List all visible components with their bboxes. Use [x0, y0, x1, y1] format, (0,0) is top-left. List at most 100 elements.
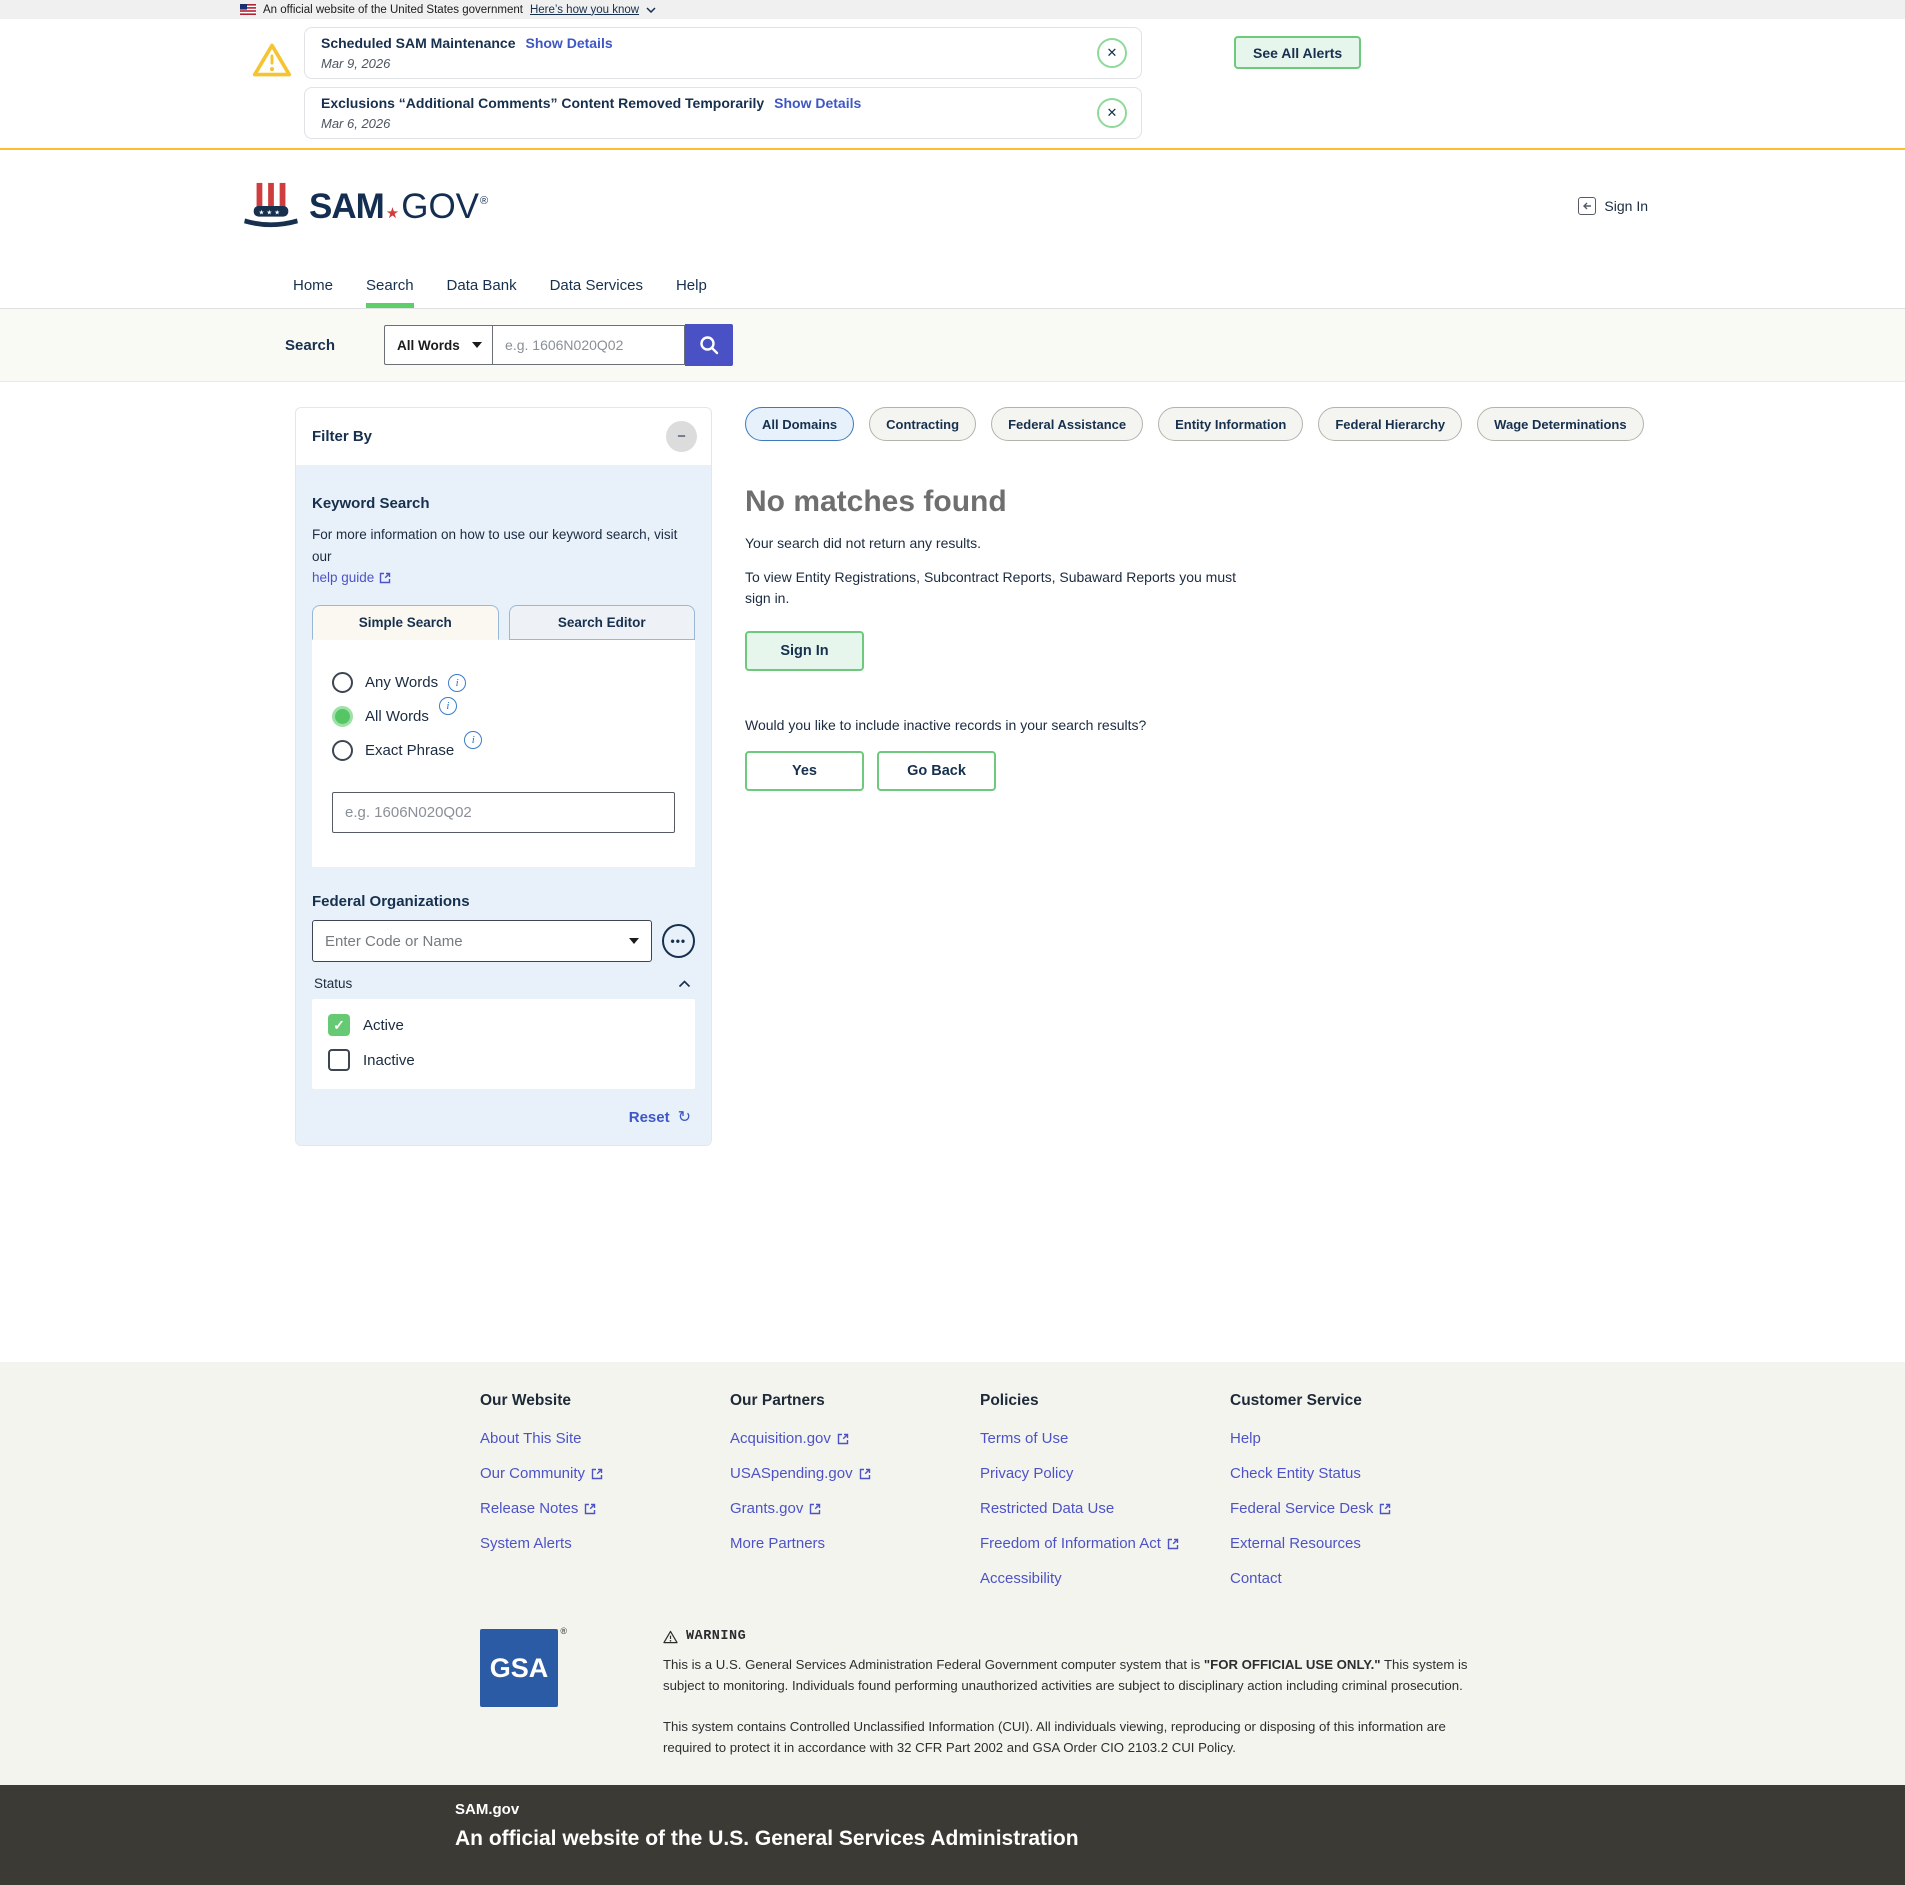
footer-link-terms-of-use[interactable]: Terms of Use: [980, 1430, 1230, 1447]
federal-organizations-more-button[interactable]: •••: [661, 924, 695, 959]
footer-link-about-this-site[interactable]: About This Site: [480, 1430, 730, 1447]
minus-icon: −: [677, 428, 686, 445]
see-all-alerts-button[interactable]: See All Alerts: [1234, 36, 1362, 69]
nav-item-data-services[interactable]: Data Services: [550, 262, 643, 308]
alert-show-details-link[interactable]: Show Details: [774, 95, 861, 111]
domain-tab-wage-determinations[interactable]: Wage Determinations: [1477, 407, 1644, 441]
footer-link-usaspending-gov[interactable]: USASpending.gov: [730, 1465, 980, 1482]
any-words-radio[interactable]: [332, 672, 353, 694]
caret-down-icon: [472, 342, 483, 348]
sign-in-label: Sign In: [1604, 198, 1648, 214]
gsa-warning-row: GSA ® WARNING This is a U.S. General Ser…: [480, 1626, 1905, 1759]
footer-link-label: Release Notes: [480, 1500, 579, 1517]
warning-outline-icon: [663, 1630, 678, 1643]
footer-link-label: Check Entity Status: [1230, 1465, 1361, 1482]
inactive-records-question: Would you like to include inactive recor…: [745, 717, 1147, 733]
nav-item-search[interactable]: Search: [366, 262, 414, 308]
all-words-label: All Words: [365, 708, 429, 726]
footer-col-customer-service: Customer Service Help Check Entity Statu…: [1230, 1392, 1480, 1605]
footer-col-our-partners: Our Partners Acquisition.gov USASpending…: [730, 1392, 980, 1605]
radio-row-exact-phrase: Exact Phrase i: [332, 730, 675, 762]
filter-body: Keyword Search For more information on h…: [296, 465, 711, 1146]
alert-close-button[interactable]: ✕: [1097, 98, 1127, 128]
footer-link-accessibility[interactable]: Accessibility: [980, 1570, 1230, 1587]
samgov-logo[interactable]: ★ ★ ★ SAM ★ GOV ®: [240, 181, 488, 231]
alert-close-button[interactable]: ✕: [1097, 38, 1127, 68]
search-type-select[interactable]: All Words: [384, 325, 493, 365]
reset-filters-link[interactable]: Reset ↻: [312, 1107, 695, 1127]
alert-card: Exclusions “Additional Comments” Content…: [304, 87, 1142, 139]
footer-link-label: System Alerts: [480, 1535, 572, 1552]
domain-tab-contracting[interactable]: Contracting: [869, 407, 977, 441]
any-words-label: Any Words: [365, 674, 439, 692]
footer-link-more-partners[interactable]: More Partners: [730, 1535, 980, 1552]
footer-link-federal-service-desk[interactable]: Federal Service Desk: [1230, 1500, 1480, 1517]
nav-item-help[interactable]: Help: [676, 262, 707, 308]
status-option-active[interactable]: ✓ Active: [328, 1014, 679, 1037]
info-icon[interactable]: i: [448, 673, 467, 692]
footer-link-label: Contact: [1230, 1570, 1282, 1587]
federal-organizations-placeholder: Enter Code or Name: [325, 932, 463, 950]
federal-organizations-combobox[interactable]: Enter Code or Name: [312, 920, 652, 963]
inactive-label: Inactive: [363, 1051, 415, 1069]
yes-button[interactable]: Yes: [745, 751, 864, 791]
status-label: Status: [314, 976, 353, 992]
active-label: Active: [363, 1016, 404, 1034]
status-header[interactable]: Status: [314, 976, 691, 991]
radio-row-any-words: Any Words i: [332, 672, 675, 694]
domain-tab-federal-hierarchy[interactable]: Federal Hierarchy: [1318, 407, 1463, 441]
footer-link-help[interactable]: Help: [1230, 1430, 1480, 1447]
alert-show-details-link[interactable]: Show Details: [525, 35, 612, 51]
external-link-icon: [810, 1503, 821, 1514]
info-icon[interactable]: i: [464, 730, 483, 749]
footer-link-label: About This Site: [480, 1430, 582, 1447]
nav-item-home[interactable]: Home: [293, 262, 333, 308]
gov-banner: An official website of the United States…: [0, 0, 1905, 19]
nav-item-data-bank[interactable]: Data Bank: [447, 262, 517, 308]
domain-tab-federal-assistance[interactable]: Federal Assistance: [991, 407, 1144, 441]
info-icon[interactable]: i: [438, 696, 457, 715]
all-words-radio[interactable]: [332, 706, 353, 728]
filter-collapse-button[interactable]: −: [666, 421, 697, 452]
gov-banner-text: An official website of the United States…: [263, 3, 523, 16]
footer-link-contact[interactable]: Contact: [1230, 1570, 1480, 1587]
footer-link-restricted-data-use[interactable]: Restricted Data Use: [980, 1500, 1230, 1517]
main-nav: Home Search Data Bank Data Services Help: [0, 262, 1905, 309]
inactive-checkbox[interactable]: [328, 1049, 350, 1072]
active-checkbox[interactable]: ✓: [328, 1014, 350, 1037]
footer-link-label: External Resources: [1230, 1535, 1361, 1552]
chevron-down-icon: [646, 6, 656, 13]
footer-link-privacy-policy[interactable]: Privacy Policy: [980, 1465, 1230, 1482]
footer-link-system-alerts[interactable]: System Alerts: [480, 1535, 730, 1552]
footer-link-our-community[interactable]: Our Community: [480, 1465, 730, 1482]
tab-search-editor[interactable]: Search Editor: [508, 605, 695, 641]
footer-link-grants-gov[interactable]: Grants.gov: [730, 1500, 980, 1517]
domain-tab-all-domains[interactable]: All Domains: [745, 407, 855, 441]
how-you-know-link[interactable]: Here’s how you know: [530, 4, 639, 16]
help-guide-link[interactable]: help guide: [312, 570, 391, 585]
status-options: ✓ Active Inactive: [312, 999, 695, 1090]
caret-down-icon: [628, 938, 639, 945]
results-area: All Domains Contracting Federal Assistan…: [745, 407, 1644, 791]
domain-tab-entity-information[interactable]: Entity Information: [1158, 407, 1304, 441]
results-sign-in-button[interactable]: Sign In: [745, 631, 864, 671]
search-submit-button[interactable]: [685, 324, 734, 366]
keyword-input[interactable]: [332, 792, 675, 834]
sign-in-note: To view Entity Registrations, Subcontrac…: [745, 569, 1236, 606]
go-back-button[interactable]: Go Back: [877, 751, 996, 791]
main-area: Filter By − Keyword Search For more info…: [0, 382, 1905, 1362]
footer-link-check-entity-status[interactable]: Check Entity Status: [1230, 1465, 1480, 1482]
sign-in-link[interactable]: Sign In: [1578, 197, 1648, 215]
status-option-inactive[interactable]: Inactive: [328, 1049, 679, 1072]
tab-simple-search[interactable]: Simple Search: [312, 605, 499, 641]
search-strip: Search All Words: [0, 309, 1905, 382]
warning-heading: WARNING: [663, 1629, 1483, 1644]
footer-link-release-notes[interactable]: Release Notes: [480, 1500, 730, 1517]
exact-phrase-radio[interactable]: [332, 740, 353, 762]
federal-organizations-heading: Federal Organizations: [312, 893, 470, 911]
footer-link-acquisition-gov[interactable]: Acquisition.gov: [730, 1430, 980, 1447]
search-input[interactable]: [492, 325, 686, 365]
footer-link-foia[interactable]: Freedom of Information Act: [980, 1535, 1230, 1552]
footer-link-external-resources[interactable]: External Resources: [1230, 1535, 1480, 1552]
external-link-icon: [1167, 1538, 1179, 1549]
